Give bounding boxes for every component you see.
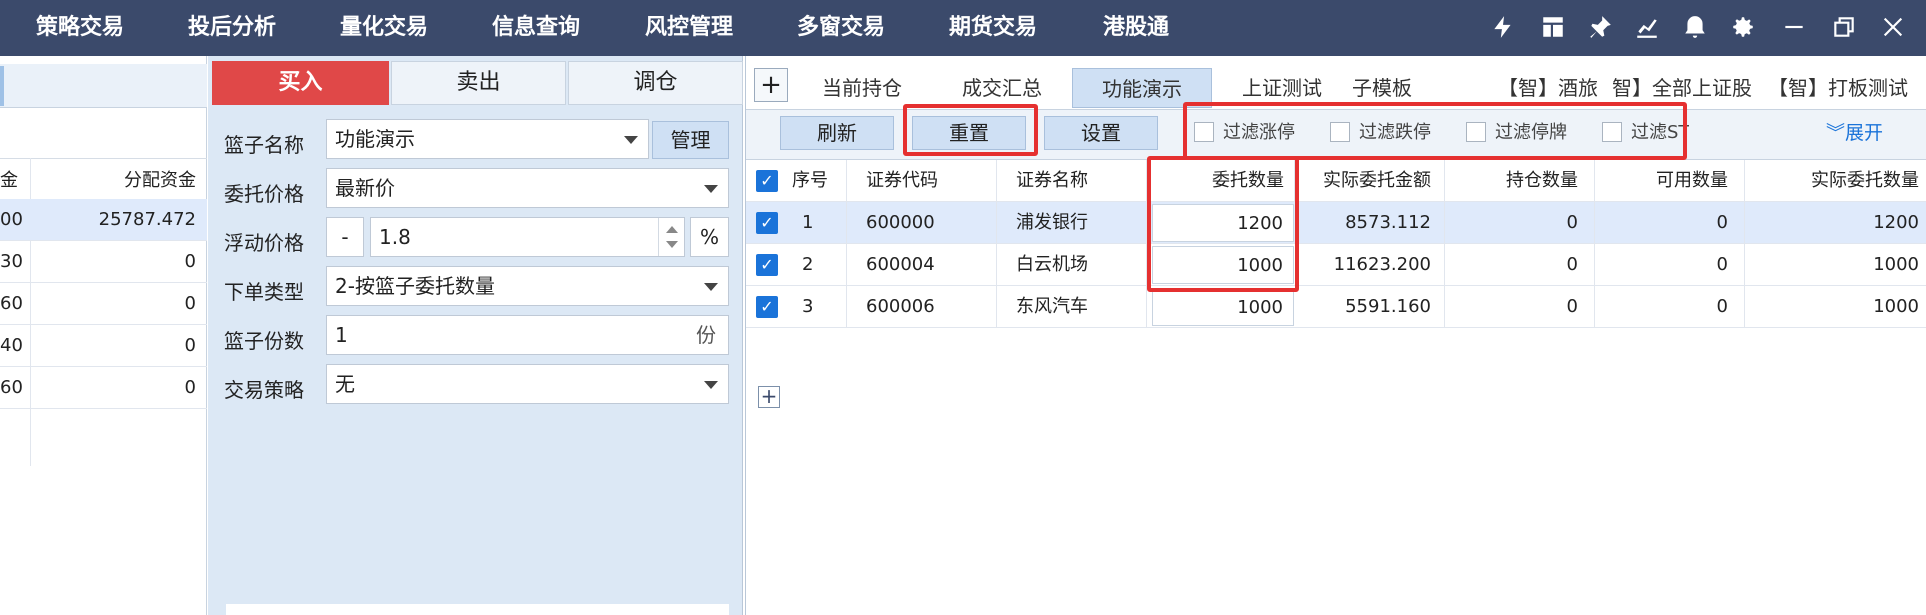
order-type-select[interactable]: 2-按篮子委托数量 <box>326 266 729 306</box>
add-tab-icon[interactable]: + <box>754 68 788 102</box>
form-footer-area <box>226 604 729 615</box>
highlight-filters <box>1183 102 1687 160</box>
allocation-header-funds: 分配资金 <box>124 170 196 191</box>
table-row[interactable]: 60 0 <box>0 283 207 325</box>
close-icon[interactable] <box>1880 14 1906 40</box>
table-row[interactable]: 00 25787.472 <box>0 199 207 241</box>
refresh-button[interactable]: 刷新 <box>780 116 894 150</box>
tab-adjust[interactable]: 调仓 <box>568 61 743 105</box>
chevron-down-icon <box>704 283 718 291</box>
tab-trade-summary[interactable]: 成交汇总 <box>932 68 1072 108</box>
header-code[interactable]: 证券代码 <box>866 160 986 202</box>
float-sign-select[interactable]: - <box>326 217 364 257</box>
tab-buy[interactable]: 买入 <box>212 61 389 105</box>
basket-detail-panel: + 当前持仓 成交汇总 功能演示 上证测试 子模板 202308 【智】酒旅 智… <box>745 56 1926 615</box>
grid-header-row: ✓ 序号 证券代码 证券名称 委托数量 实际委托金额 持仓数量 可用数量 实际委… <box>746 160 1926 202</box>
table-row[interactable]: 40 0 <box>0 325 207 367</box>
lightning-icon[interactable] <box>1490 14 1516 40</box>
allocation-panel: 金 分配资金 00 25787.472 30 0 60 0 40 0 60 0 <box>0 56 207 615</box>
order-form-panel: 买入 卖出 调仓 篮子名称 功能演示 管理 委托价格 最新价 浮动价格 - 1.… <box>208 56 743 615</box>
chevron-down-icon <box>704 185 718 193</box>
basket-name-label: 篮子名称 <box>224 133 304 157</box>
header-actual-qty[interactable]: 实际委托数量 <box>1734 160 1919 202</box>
highlight-reset <box>903 104 1038 156</box>
basket-name-select[interactable]: 功能演示 <box>326 119 649 159</box>
tab-current-position[interactable]: 当前持仓 <box>792 68 932 108</box>
stepper[interactable] <box>658 218 684 256</box>
strategy-label: 交易策略 <box>224 378 304 402</box>
table-row[interactable]: ✓ 3 600006 东风汽车 1000 5591.160 0 0 1000 <box>746 286 1926 328</box>
menu-futures-trade[interactable]: 期货交易 <box>949 0 1037 56</box>
menu-multi-window[interactable]: 多窗交易 <box>797 0 885 56</box>
table-row[interactable]: 30 0 <box>0 241 207 283</box>
table-row[interactable]: ✓ 2 600004 白云机场 1000 11623.200 0 0 1000 <box>746 244 1926 286</box>
header-available-qty[interactable]: 可用数量 <box>1588 160 1728 202</box>
menu-info-query[interactable]: 信息查询 <box>492 0 580 56</box>
select-all-checkbox[interactable]: ✓ <box>756 170 778 192</box>
chevron-down-icon[interactable] <box>666 241 678 248</box>
pin-icon[interactable] <box>1587 14 1613 40</box>
order-price-select[interactable]: 最新价 <box>326 168 729 208</box>
table-row[interactable]: 60 0 <box>0 367 207 409</box>
top-menu-bar: 策略交易 投后分析 量化交易 信息查询 风控管理 多窗交易 期货交易 港股通 <box>0 0 1926 56</box>
row-checkbox[interactable]: ✓ <box>756 296 778 318</box>
chevron-down-icon <box>624 136 638 144</box>
float-price-input[interactable]: 1.8 <box>370 217 685 257</box>
settings-button[interactable]: 设置 <box>1044 116 1158 150</box>
manage-button[interactable]: 管理 <box>652 121 729 159</box>
restore-icon[interactable] <box>1831 14 1857 40</box>
header-position-qty[interactable]: 持仓数量 <box>1438 160 1578 202</box>
add-row-icon[interactable]: + <box>758 386 780 408</box>
menu-hk-connect[interactable]: 港股通 <box>1103 0 1169 56</box>
layout-icon[interactable] <box>1540 14 1566 40</box>
row-checkbox[interactable]: ✓ <box>756 212 778 234</box>
menu-strategy-trade[interactable]: 策略交易 <box>36 0 124 56</box>
order-qty-input[interactable]: 1000 <box>1152 288 1294 326</box>
double-chevron-down-icon: ︾ <box>1826 122 1846 144</box>
menu-post-analysis[interactable]: 投后分析 <box>188 0 276 56</box>
allocation-panel-header <box>0 64 207 108</box>
menu-risk-control[interactable]: 风控管理 <box>645 0 733 56</box>
float-price-label: 浮动价格 <box>224 231 304 255</box>
chevron-down-icon <box>704 381 718 389</box>
row-checkbox[interactable]: ✓ <box>756 254 778 276</box>
chevron-up-icon[interactable] <box>666 226 678 233</box>
float-unit-select[interactable]: % <box>690 217 729 257</box>
basket-copies-label: 篮子份数 <box>224 329 304 353</box>
tab-limit-test[interactable]: 【智】打板测试 <box>1768 68 1926 108</box>
chart-icon[interactable] <box>1634 14 1660 40</box>
strategy-select[interactable]: 无 <box>326 364 729 404</box>
bell-icon[interactable] <box>1682 14 1708 40</box>
tab-sell[interactable]: 卖出 <box>391 61 566 105</box>
menu-quant-trade[interactable]: 量化交易 <box>340 0 428 56</box>
order-type-label: 下单类型 <box>224 280 304 304</box>
header-name[interactable]: 证券名称 <box>1016 160 1136 202</box>
highlight-order-qty <box>1147 156 1299 292</box>
minimize-icon[interactable] <box>1781 14 1807 40</box>
table-row[interactable]: ✓ 1 600000 浦发银行 1200 8573.112 0 0 1200 <box>746 202 1926 244</box>
order-price-label: 委托价格 <box>224 182 304 206</box>
basket-copies-input[interactable]: 1份 <box>326 315 729 355</box>
header-seq[interactable]: 序号 <box>792 160 842 202</box>
copies-unit-label: 份 <box>696 323 716 347</box>
allocation-header-money: 金 <box>0 170 18 191</box>
gear-icon[interactable] <box>1730 14 1756 40</box>
header-actual-amount[interactable]: 实际委托金额 <box>1291 160 1431 202</box>
expand-link[interactable]: ︾展开 <box>1826 118 1883 148</box>
